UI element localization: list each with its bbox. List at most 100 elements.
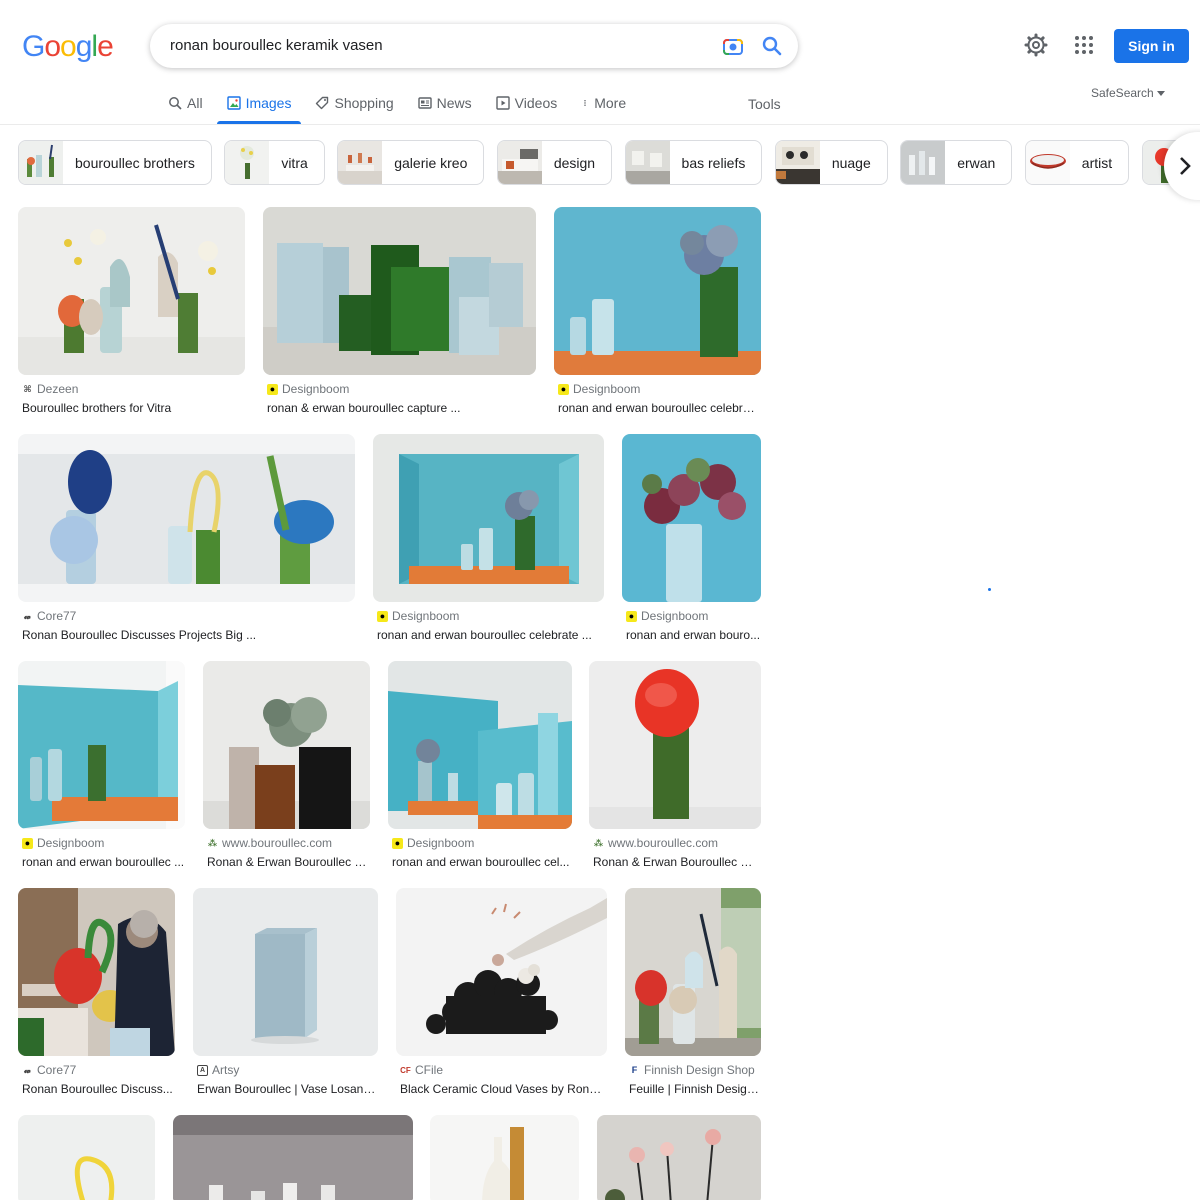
result-thumbnail[interactable]	[203, 661, 370, 829]
search-box[interactable]: ronan bouroullec keramik vasen	[150, 24, 798, 68]
result-title[interactable]: ronan and erwan bouroullec cel...	[392, 855, 572, 869]
image-result[interactable]	[597, 1115, 761, 1200]
result-title[interactable]: Ronan & Erwan Bouroullec De...	[593, 855, 761, 869]
result-thumbnail[interactable]	[18, 207, 245, 375]
result-source[interactable]: ● Designboom	[377, 609, 459, 623]
source-name: www.bouroullec.com	[608, 836, 719, 850]
chip-label: bas reliefs	[681, 154, 746, 171]
bouroullec-favicon: ⁂	[207, 837, 218, 848]
result-thumbnail[interactable]	[18, 661, 185, 829]
chip-thumbnail	[625, 141, 670, 184]
settings-gear-icon[interactable]	[1024, 33, 1048, 57]
news-icon	[417, 97, 432, 109]
source-name: Designboom	[37, 836, 105, 850]
result-title[interactable]: ronan and erwan bouroullec celebrat...	[558, 401, 761, 415]
chip-bouroullec-brothers[interactable]: bouroullec brothers	[18, 140, 212, 185]
image-result[interactable]	[18, 1115, 155, 1200]
safesearch-dropdown[interactable]: SafeSearch	[1091, 86, 1165, 100]
result-title[interactable]: Black Ceramic Cloud Vases by Ronan...	[400, 1082, 607, 1096]
image-result[interactable]: A Artsy Erwan Bouroullec | Vase Losang...	[193, 888, 378, 1103]
image-result[interactable]: ● Designboom ronan and erwan bouro...	[622, 434, 761, 649]
result-thumbnail[interactable]	[373, 434, 604, 602]
result-title[interactable]: Ronan & Erwan Bouroullec D...	[207, 855, 370, 869]
result-thumbnail[interactable]	[193, 888, 378, 1056]
result-thumbnail[interactable]	[625, 888, 761, 1056]
image-result[interactable]: ⁂ www.bouroullec.com Ronan & Erwan Bourou…	[203, 661, 370, 876]
search-input[interactable]: ronan bouroullec keramik vasen	[170, 37, 383, 54]
tab-news[interactable]: News	[417, 94, 472, 112]
result-thumbnail[interactable]	[173, 1115, 413, 1200]
result-thumbnail[interactable]	[396, 888, 607, 1056]
result-thumbnail[interactable]	[263, 207, 536, 375]
image-result[interactable]: ● Designboom ronan and erwan bouroullec c…	[554, 207, 761, 422]
result-title[interactable]: Ronan Bouroullec Discuss...	[22, 1082, 175, 1096]
chip-design[interactable]: design	[496, 140, 613, 185]
google-apps-icon[interactable]	[1072, 33, 1096, 57]
result-source[interactable]: CF CFile	[400, 1063, 443, 1077]
result-title[interactable]: ronan & erwan bouroullec capture ...	[267, 401, 536, 415]
result-thumbnail[interactable]	[18, 434, 355, 602]
chip-artist[interactable]: artist	[1024, 140, 1130, 185]
chip-thumbnail	[19, 141, 63, 184]
chip-bas-reliefs[interactable]: bas reliefs	[624, 140, 763, 185]
image-result[interactable]: ● Designboom ronan and erwan bouroullec c…	[388, 661, 572, 876]
result-source[interactable]: A Artsy	[197, 1063, 239, 1077]
result-source[interactable]: ● Designboom	[558, 382, 640, 396]
result-thumbnail[interactable]	[554, 207, 761, 375]
result-source[interactable]: ⁂ www.bouroullec.com	[593, 836, 718, 850]
google-lens-icon[interactable]	[722, 36, 744, 56]
tab-all[interactable]: All	[168, 94, 203, 112]
result-title[interactable]: ronan and erwan bouro...	[626, 628, 761, 642]
image-result[interactable]: 𝔀 Core77 Ronan Bouroullec Discusses Proje…	[18, 434, 355, 649]
result-source[interactable]: ● Designboom	[22, 836, 104, 850]
result-title[interactable]: ronan and erwan bouroullec ...	[22, 855, 185, 869]
result-source[interactable]: 𝔀 Core77	[22, 1063, 76, 1077]
cfile-favicon: CF	[400, 1065, 411, 1075]
result-source[interactable]: ⌘ Dezeen	[22, 382, 78, 396]
result-thumbnail[interactable]	[622, 434, 761, 602]
result-source[interactable]: F Finnish Design Shop	[629, 1063, 755, 1077]
image-result[interactable]: ⁂ www.bouroullec.com Ronan & Erwan Bourou…	[589, 661, 761, 876]
search-icon[interactable]	[760, 34, 784, 58]
image-result[interactable]: CF CFile Black Ceramic Cloud Vases by Ron…	[396, 888, 607, 1103]
source-name: www.bouroullec.com	[222, 836, 333, 850]
result-title[interactable]: ronan and erwan bouroullec celebrate ...	[377, 628, 604, 642]
tab-shopping[interactable]: Shopping	[315, 94, 394, 112]
tab-videos[interactable]: Videos	[495, 94, 557, 112]
designboom-favicon: ●	[626, 610, 637, 622]
image-result[interactable]: ● Designboom ronan and erwan bouroullec c…	[373, 434, 604, 649]
image-result[interactable]: ● Designboom ronan & erwan bouroullec cap…	[263, 207, 536, 422]
result-thumbnail[interactable]	[597, 1115, 761, 1200]
image-result[interactable]	[173, 1115, 413, 1200]
image-result[interactable]: ● Designboom ronan and erwan bouroullec .…	[18, 661, 185, 876]
result-thumbnail[interactable]	[388, 661, 572, 829]
image-result[interactable]: F Finnish Design Shop Feuille | Finnish D…	[625, 888, 761, 1103]
tab-images[interactable]: Images	[216, 94, 302, 124]
sign-in-button[interactable]: Sign in	[1114, 29, 1189, 63]
result-thumbnail[interactable]	[18, 888, 175, 1056]
result-source[interactable]: ⁂ www.bouroullec.com	[207, 836, 332, 850]
source-name: Finnish Design Shop	[644, 1063, 755, 1077]
result-title[interactable]: Ronan Bouroullec Discusses Projects Big …	[22, 628, 355, 642]
result-source[interactable]: ● Designboom	[392, 836, 474, 850]
image-result[interactable]: ⌘ Dezeen Bouroullec brothers for Vitra	[18, 207, 245, 422]
result-source[interactable]: ● Designboom	[626, 609, 708, 623]
chip-vitra[interactable]: vitra	[224, 140, 325, 185]
image-result[interactable]	[430, 1115, 579, 1200]
chip-galerie-kreo[interactable]: galerie kreo	[337, 140, 485, 185]
google-logo[interactable]: Google	[22, 30, 114, 64]
chip-nuage[interactable]: nuage	[774, 140, 888, 185]
chip-erwan[interactable]: erwan	[900, 140, 1013, 185]
result-title[interactable]: Erwan Bouroullec | Vase Losang...	[197, 1082, 378, 1096]
result-title[interactable]: Bouroullec brothers for Vitra	[22, 401, 245, 415]
result-source[interactable]: ● Designboom	[267, 382, 349, 396]
result-thumbnail[interactable]	[18, 1115, 155, 1200]
result-source[interactable]: 𝔀 Core77	[22, 609, 76, 623]
image-result[interactable]: 𝔀 Core77 Ronan Bouroullec Discuss...	[18, 888, 175, 1103]
tab-more[interactable]: More	[581, 94, 626, 112]
result-title[interactable]: Feuille | Finnish Design...	[629, 1082, 761, 1096]
result-thumbnail[interactable]	[430, 1115, 579, 1200]
chip-thumbnail	[901, 141, 946, 184]
result-thumbnail[interactable]	[589, 661, 761, 829]
tools-button[interactable]: Tools	[748, 96, 781, 112]
